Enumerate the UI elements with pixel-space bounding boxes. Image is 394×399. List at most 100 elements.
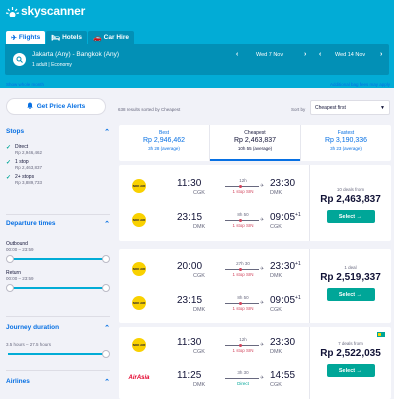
search-icon (16, 56, 23, 63)
bag-fees-link[interactable]: Additional bag fees may apply (330, 82, 390, 87)
arrival-airport: CGK (270, 307, 282, 313)
tab-fastest[interactable]: Fastest Rp 3,190,336 3h 23 (average) (301, 125, 391, 161)
return-prev-icon[interactable]: ‹ (319, 51, 321, 58)
sort-tab-price: Rp 2,946,462 (142, 137, 186, 144)
select-button[interactable]: Select → (326, 364, 375, 377)
price-column: 1 deal Rp 2,519,337 Select → (309, 249, 391, 323)
flight-path-line (225, 344, 259, 347)
search-summary[interactable]: Jakarta (Any) - Bangkok (Any) 1 adult | … (5, 44, 389, 75)
day-offset: +1 (295, 295, 301, 301)
filter-title: Stops (6, 128, 25, 135)
departure-filter-header[interactable]: Departure times ⌃ (6, 220, 110, 228)
car-icon: 🚗 (92, 34, 102, 42)
departure-filter: Departure times ⌃ Outbound 00:00 – 23:59 … (6, 220, 110, 292)
departure-time: 23:15 (177, 295, 203, 306)
flight-duration: 12h (239, 337, 247, 342)
sort-tabs: Best Rp 2,946,462 3h 28 (average) Cheapest… (119, 125, 391, 161)
product-tabs: ✈ Flights 🛏 Hotels 🚗 Car Hire (6, 31, 135, 44)
sort-select[interactable]: Cheapest first ▼ (310, 100, 390, 115)
duration-filter-header[interactable]: Journey duration ⌃ (6, 324, 110, 332)
departure-time: 20:00 (177, 261, 203, 272)
result-card[interactable]: NOK AIR 20:00 CGK 27h 30 ✈ 1 stop SIN 23… (119, 249, 391, 323)
eco-badge-icon (377, 331, 385, 338)
arrival-time-value: 09:05 (270, 212, 296, 223)
departure-airport: DMK (193, 224, 206, 230)
stop-option-1-stop[interactable]: ✓ 1 stop Rp 2,463,837 (6, 159, 110, 170)
duration-slider[interactable] (6, 350, 110, 358)
show-month-link[interactable]: Show whole month (6, 82, 44, 87)
results-count: 638 results sorted by Cheapest (118, 107, 181, 112)
divider (6, 316, 110, 317)
stops-info: 1 stop SIN (232, 306, 254, 311)
filter-title: Departure times (6, 220, 56, 227)
chevron-up-icon: ⌃ (104, 221, 110, 228)
depart-date[interactable]: Wed 7 Nov (256, 52, 283, 58)
departure-airport: CGK (193, 190, 205, 196)
tab-car-hire[interactable]: 🚗 Car Hire (87, 31, 134, 44)
return-next-icon[interactable]: › (380, 51, 382, 58)
depart-next-icon[interactable]: › (304, 51, 306, 58)
departure-time: 11:30 (177, 337, 202, 348)
tab-label: Flights (18, 34, 41, 41)
outbound-slider[interactable] (6, 255, 110, 263)
result-card[interactable]: NOK AIR 11:30 CGK 12h ✈ 1 stop SIN 23:30… (119, 327, 391, 399)
flight-leg-outbound: NOK AIR 20:00 CGK 27h 30 ✈ 1 stop SIN 23… (119, 254, 309, 284)
check-icon: ✓ (6, 145, 12, 151)
flight-duration: 27h 30 (236, 261, 250, 266)
slider-handle-min[interactable] (6, 284, 14, 292)
nok-air-logo: NOK AIR (132, 262, 146, 276)
tab-flights[interactable]: ✈ Flights (6, 31, 46, 44)
deals-count: 7 deals from (338, 341, 363, 346)
airasia-logo-text: AirAsia (128, 375, 150, 381)
result-card[interactable]: NOK AIR 11:30 CGK 12h ✈ 1 stop SIN 23:30… (119, 165, 391, 241)
search-button[interactable] (13, 53, 26, 66)
arrival-airport: CGK (270, 224, 282, 230)
flight-leg-outbound: NOK AIR 11:30 CGK 12h ✈ 1 stop SIN 23:30… (119, 171, 309, 201)
tab-cheapest[interactable]: Cheapest Rp 2,463,837 10h 55 (average) (210, 125, 301, 161)
return-date[interactable]: Wed 14 Nov (335, 52, 365, 58)
flight-path-line (225, 302, 259, 305)
stops-filter: Stops ⌃ ✓ Direct Rp 2,946,462 ✓ 1 stop Rp 2,4… (6, 128, 110, 185)
outbound-range: 00:00 – 23:59 (6, 247, 34, 252)
return-slider[interactable] (6, 284, 110, 292)
flight-duration: 3h 30 (237, 370, 249, 375)
filter-title: Airlines (6, 378, 30, 385)
chevron-up-icon: ⌃ (104, 325, 110, 332)
flight-leg-return: AirAsia 11:25 DMK 3h 30 ✈ Direct 14:55 C… (119, 363, 309, 393)
option-price: Rp 3,889,733 (15, 180, 43, 185)
select-button[interactable]: Select → (326, 288, 375, 301)
slider-handle-max[interactable] (102, 255, 110, 263)
stop-option-2-stops[interactable]: ✓ 2+ stops Rp 3,889,733 (6, 174, 110, 185)
slider-handle-max[interactable] (102, 350, 110, 358)
duration-range: 3.5 hours – 27.5 hours (6, 342, 52, 347)
slider-handle-min[interactable] (6, 255, 14, 263)
nok-air-logo: NOK AIR (132, 213, 146, 227)
bed-icon: 🛏 (51, 34, 61, 42)
tab-hotels[interactable]: 🛏 Hotels (46, 31, 87, 44)
tab-label: Hotels (62, 34, 82, 41)
sort-tab-name: Best (158, 130, 169, 136)
tab-best[interactable]: Best Rp 2,946,462 3h 28 (average) (119, 125, 210, 161)
price-alerts-button[interactable]: Get Price Alerts (6, 98, 106, 115)
airlines-filter-header[interactable]: Airlines ⌃ (6, 378, 110, 386)
passengers-text: 1 adult | Economy (32, 62, 72, 68)
depart-prev-icon[interactable]: ‹ (236, 51, 238, 58)
arrival-time: 23:30 (270, 178, 295, 189)
departure-time: 11:30 (177, 178, 202, 189)
arrival-time: 09:05+1 (270, 212, 301, 223)
flight-path-line (225, 185, 259, 188)
slider-handle-max[interactable] (102, 284, 110, 292)
sort-tab-name: Fastest (337, 130, 355, 136)
chevron-down-icon: ▼ (380, 105, 385, 111)
skyscanner-logo[interactable]: skyscanner (5, 4, 85, 18)
plane-icon: ✈ (11, 34, 17, 42)
stops-info: 1 stop SIN (232, 223, 254, 228)
select-button[interactable]: Select → (326, 210, 375, 223)
sort-tab-average: 3h 28 (average) (148, 146, 180, 151)
tab-label: Car Hire (103, 34, 129, 41)
departure-airport: DMK (193, 382, 206, 388)
sunrise-logo-icon (5, 6, 20, 18)
departure-airport: CGK (193, 273, 205, 279)
stops-filter-header[interactable]: Stops ⌃ (6, 128, 110, 136)
stop-option-direct[interactable]: ✓ Direct Rp 2,946,462 (6, 144, 110, 155)
